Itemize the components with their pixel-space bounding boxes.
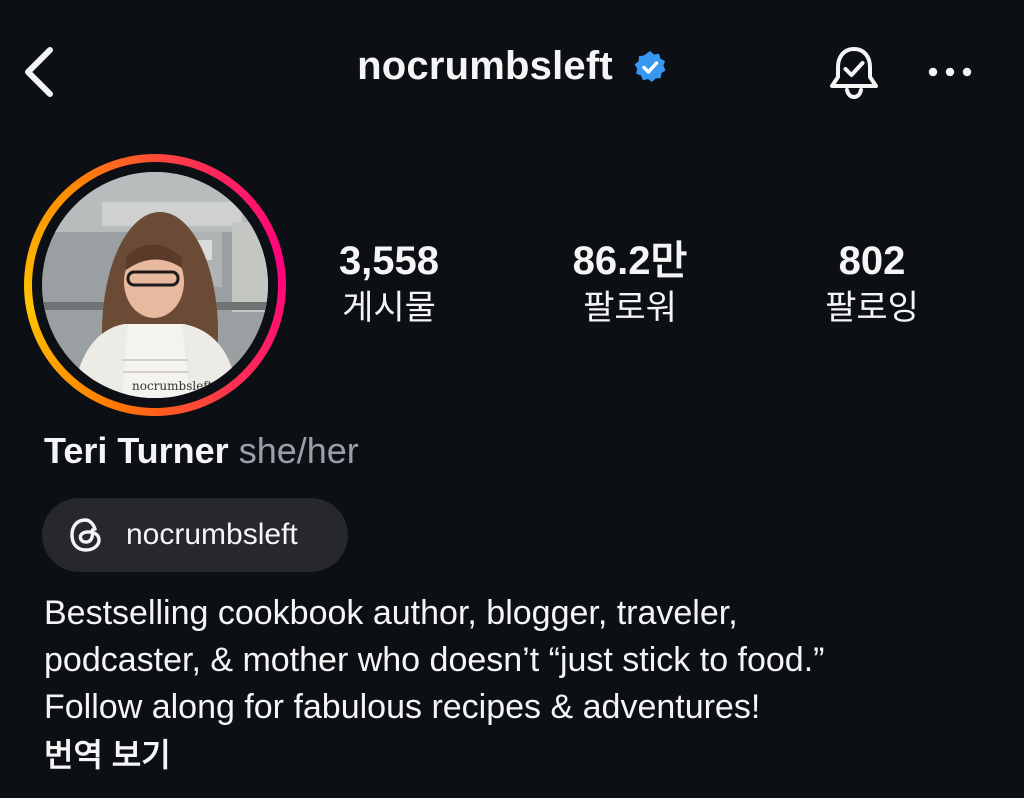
avatar[interactable]: nocrumbsleft [42,172,268,398]
stat-posts-value: 3,558 [338,239,440,283]
stat-followers[interactable]: 86.2만 팔로워 [530,236,730,330]
bio-line-2: podcaster, & mother who doesn’t “just st… [44,641,825,679]
bell-check-icon [830,47,878,100]
verified-badge-icon [634,50,666,82]
stat-posts[interactable]: 3,558 게시물 [289,236,489,330]
profile-name-line: Teri Turner she/her [44,428,359,474]
threads-handle: nocrumbsleft [126,518,298,551]
stat-posts-label: 게시물 [342,289,436,327]
threads-link-button[interactable]: nocrumbsleft [42,498,348,572]
pronouns: she/her [238,430,359,471]
stat-followers-value: 86.2만 [572,239,688,283]
notifications-button[interactable] [826,44,882,100]
more-horizontal-icon [928,67,972,77]
threads-icon [70,518,101,552]
stat-following-value: 802 [838,239,906,283]
stat-followers-label: 팔로워 [583,289,677,327]
stat-following-label: 팔로잉 [825,289,919,327]
stat-following[interactable]: 802 팔로잉 [772,236,972,330]
more-options-button[interactable] [925,58,975,86]
bio-line-3: Follow along for fabulous recipes & adve… [44,688,761,726]
story-ring[interactable]: nocrumbsleft [24,154,286,416]
profile-photo: nocrumbsleft [42,172,268,398]
bio: Bestselling cookbook author, blogger, tr… [44,590,1004,731]
profile-header: nocrumbsleft [0,0,1024,140]
display-name: Teri Turner [44,430,229,471]
see-translation-link[interactable]: 번역 보기 [44,732,171,778]
bio-line-1: Bestselling cookbook author, blogger, tr… [44,594,738,632]
username-title: nocrumbsleft [357,44,613,88]
